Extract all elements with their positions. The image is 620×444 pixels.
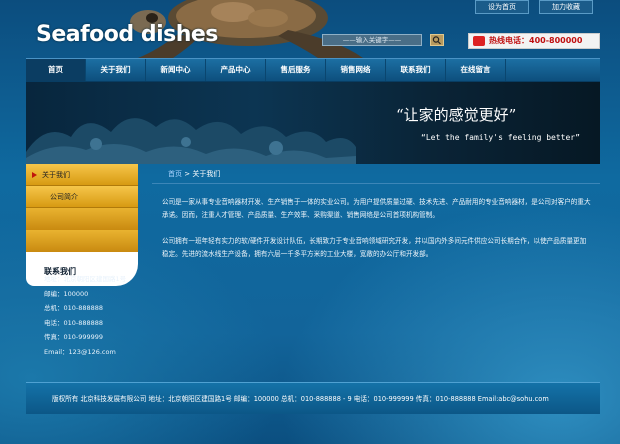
breadcrumb-home-link[interactable]: 首页: [168, 170, 182, 178]
contact-phone: 电话：010-888888: [44, 318, 104, 327]
nav-item-about[interactable]: 关于我们: [86, 59, 146, 81]
nav-item-news[interactable]: 新闻中心: [146, 59, 206, 81]
article-paragraph: 公司拥有一班年轻有实力的软/硬件开发设计队伍，长期致力于专业音响领域研究开发，并…: [162, 237, 587, 258]
sidebar-item-profile[interactable]: 公司简介: [26, 186, 138, 208]
contact-zip: 邮编：100000: [44, 289, 89, 298]
contact-mobile: 总机：010-888888: [44, 304, 104, 312]
article-paragraph: 公司是一家从事专业音响器材开发、生产销售于一体的实业公司。为用户提供质量过硬、技…: [162, 198, 591, 219]
main-content: 首页 > 关于我们 公司是一家从事专业音响器材开发、生产销售于一体的实业公司。为…: [152, 164, 600, 382]
banner: “让家的感觉更好” “Let the family's feeling bett…: [26, 82, 600, 164]
reef-image: [26, 118, 356, 164]
sidebar-item-label: 关于我们: [42, 171, 70, 179]
banner-slogan-en: “Let the family's feeling better”: [421, 133, 580, 142]
add-favorite-button[interactable]: 加力收藏: [539, 0, 593, 14]
sidebar-item-label: 公司简介: [50, 193, 78, 201]
nav-item-service[interactable]: 售后服务: [266, 59, 326, 81]
search-icon: [432, 36, 441, 45]
breadcrumb-separator: >: [182, 170, 193, 178]
hotline-text: 热线电话：400-800000: [489, 36, 583, 45]
nav-item-contact[interactable]: 联系我们: [386, 59, 446, 81]
arrow-right-icon: [32, 172, 37, 178]
set-homepage-button[interactable]: 设为首页: [475, 0, 529, 14]
sidebar-spacer: [26, 208, 138, 230]
header: Seafood dishes 设为首页 加力收藏 ——输入关键字—— 热线电话：…: [0, 0, 620, 58]
nav-item-products[interactable]: 产品中心: [206, 59, 266, 81]
contact-address: 地址：北京朝阳区建国路1号: [44, 275, 127, 283]
breadcrumb-current: 关于我们: [192, 170, 221, 178]
contact-fax: 传真：010-999999: [44, 333, 104, 341]
hotline-box: 热线电话：400-800000: [468, 33, 600, 49]
contact-email: Email：123@126.com: [44, 347, 116, 356]
search-input[interactable]: ——输入关键字——: [322, 34, 422, 46]
article-body: 公司是一家从事专业音响器材开发、生产销售于一体的实业公司。为用户提供质量过硬、技…: [152, 184, 600, 261]
nav-item-home[interactable]: 首页: [26, 59, 86, 81]
sidebar-spacer: [26, 230, 138, 252]
sidebar-item-about[interactable]: 关于我们: [26, 164, 138, 186]
nav-item-sales[interactable]: 销售网络: [326, 59, 386, 81]
nav-item-message[interactable]: 在线留言: [446, 59, 506, 81]
main-nav: 首页 关于我们 新闻中心 产品中心 售后服务 销售网络 联系我们 在线留言: [26, 58, 600, 82]
site-logo[interactable]: Seafood dishes: [36, 22, 218, 47]
banner-slogan: “让家的感觉更好”: [396, 106, 517, 124]
footer: 版权所有 北京科技发展有限公司 地址：北京朝阳区建国路1号 邮编：100000 …: [26, 382, 600, 414]
search-button[interactable]: [430, 34, 444, 46]
breadcrumb: 首页 > 关于我们: [152, 164, 600, 184]
contact-info: 地址：北京朝阳区建国路1号 邮编：100000 总机：010-888888 电话…: [44, 272, 126, 359]
phone-icon: [473, 36, 485, 46]
